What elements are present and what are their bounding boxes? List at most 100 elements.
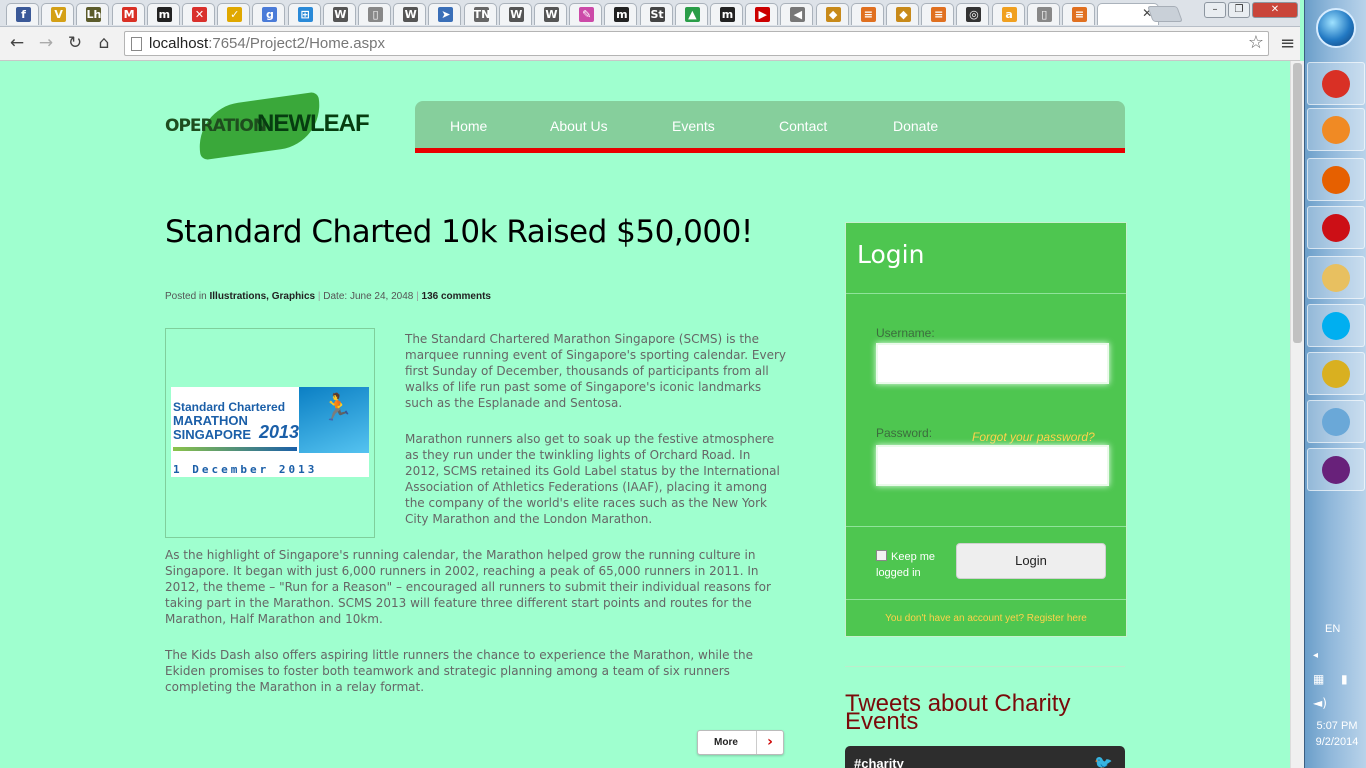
browser-tab[interactable]: ◆ [815,3,849,25]
taskbar-app-button[interactable] [1307,206,1365,249]
logo-text-operation: OPERATION [165,116,267,136]
category-link-illustrations[interactable]: Illustrations [209,291,266,302]
browser-tab[interactable]: V [41,3,75,25]
signal-icon[interactable]: ▮ [1341,672,1348,686]
browser-tab[interactable]: ▯ [1026,3,1060,25]
browser-tab[interactable]: ▯ [358,3,391,25]
browser-tab[interactable]: ▶ [745,3,779,25]
close-window-button[interactable]: ✕ [1252,2,1298,18]
meta-divider: | [416,291,419,302]
twitter-widget[interactable]: #charity 🐦 [845,746,1125,768]
menu-icon[interactable]: ≡ [1280,33,1295,54]
taskbar-app-button[interactable] [1307,158,1365,201]
home-icon[interactable]: ⌂ [93,32,115,54]
browser-tab[interactable]: ➤ [428,3,462,25]
divider [846,599,1126,600]
logo-text-newleaf: NEWLEAF [257,110,370,137]
browser-tab[interactable]: ≡ [1062,3,1095,25]
taskbar-app-button[interactable] [1307,108,1365,151]
browser-tab[interactable]: W [498,3,532,25]
st-icon: St [649,7,665,22]
password-input[interactable] [876,445,1109,486]
drive-icon: ▲ [684,7,700,22]
browser-tab[interactable]: m [710,3,743,25]
scrollbar-thumb[interactable] [1293,63,1302,343]
twitter-bird-icon: 🐦 [1094,754,1113,768]
minimize-button[interactable]: – [1204,2,1226,18]
taskbar-app-button[interactable] [1307,256,1365,299]
tray-expand-icon[interactable]: ◂ [1313,650,1318,661]
browser-tab[interactable]: W [393,3,427,25]
taskbar-app-button[interactable] [1307,62,1365,105]
browser-tab[interactable]: ◆ [886,3,919,25]
keep-logged-in[interactable]: Keep me logged in [876,549,948,581]
comments-link[interactable]: 136 comments [422,291,491,302]
hashtag[interactable]: #charity [854,756,904,768]
browser-tab[interactable]: a [991,3,1025,25]
bookmark-star-icon[interactable]: ☆ [1248,32,1264,53]
more-label: More [714,737,738,748]
browser-tab[interactable]: Lh [76,3,110,25]
browser-tab[interactable]: ✎ [569,3,603,25]
browser-tab[interactable]: m [146,3,180,25]
browser-tab[interactable]: ⊞ [287,3,321,25]
browser-tab[interactable]: TN [463,3,497,25]
browser-tab-strip: f V Lh Mm ✕ ✓ g ⊞ W ▯ W ➤ TN W W ✎ m St ▲ m ▶ ◀ ◆ ≡ ◆ ≡ ◎ a ▯ ≡ ✕ [0,0,1300,27]
browser-tab[interactable]: ≡ [850,3,884,25]
browser-tab[interactable]: W [322,3,356,25]
wikipedia-icon: W [544,7,559,22]
taskbar-app-button[interactable] [1307,448,1365,491]
maximize-button[interactable]: ❐ [1228,2,1250,18]
login-button[interactable]: Login [956,543,1106,579]
username-label: Username: [876,326,935,340]
nav-contact[interactable]: Contact [779,118,827,134]
browser-tab[interactable]: ◎ [956,3,990,25]
taskbar-app-button[interactable] [1307,304,1365,347]
nav-events[interactable]: Events [672,118,715,134]
nav-donate[interactable]: Donate [893,118,938,134]
forgot-password-link[interactable]: Forgot your password? [972,430,1095,444]
taskbar-app-button[interactable] [1307,352,1365,395]
browser-tab[interactable]: ✓ [217,3,251,25]
browser-tab[interactable]: m [604,3,638,25]
username-input[interactable] [876,343,1109,384]
browser-tab[interactable]: g [252,3,286,25]
nav-about-us[interactable]: About Us [550,118,608,134]
volume-icon[interactable]: ◄) [1313,696,1327,710]
browser-tab[interactable]: ≡ [921,3,955,25]
start-button[interactable] [1316,8,1356,48]
divider [846,526,1126,527]
browser-tab[interactable]: ◀ [780,3,814,25]
browser-tab[interactable]: M [111,3,145,25]
forward-arrow-icon[interactable]: → [35,32,57,54]
language-indicator[interactable]: EN [1325,623,1340,635]
nav-home[interactable]: Home [450,118,487,134]
url-host: localhost [149,35,209,52]
address-bar[interactable]: localhost:7654/Project2/Home.aspx ☆ [124,31,1269,56]
browser-tab[interactable]: ▲ [674,3,708,25]
taskbar-app-button[interactable] [1307,400,1365,443]
category-link-graphics[interactable]: Graphics [272,291,315,302]
keep-logged-in-checkbox[interactable] [876,550,887,561]
browser-tab[interactable]: ✕ [182,3,215,25]
banner-year: 2013 [259,422,300,442]
network-icon[interactable]: ▦ [1313,672,1324,686]
back-arrow-icon[interactable]: ← [6,32,28,54]
site-logo[interactable]: OPERATION NEWLEAF [165,91,380,161]
reload-icon[interactable]: ↻ [64,32,86,54]
google-icon: g [262,7,278,22]
speaker-icon: ◀ [790,7,806,22]
new-tab-button[interactable] [1147,6,1183,22]
article-paragraph-1: The Standard Chartered Marathon Singapor… [405,332,786,410]
browser-tab[interactable]: f [6,3,39,25]
browser-tab[interactable]: St [639,3,673,25]
more-button[interactable]: More › [697,730,784,755]
system-clock[interactable]: 5:07 PM 9/2/2014 [1309,718,1365,750]
browser-tab[interactable]: W [534,3,567,25]
banner-date: 1 December 2013 [173,463,318,476]
marathon-banner-image: Standard Chartered MARATHON SINGAPORE 20… [171,387,369,477]
page-scrollbar[interactable] [1290,61,1304,768]
register-link[interactable]: You don't have an account yet? Register … [846,613,1126,624]
password-label: Password: [876,426,933,440]
page-icon [131,37,142,51]
